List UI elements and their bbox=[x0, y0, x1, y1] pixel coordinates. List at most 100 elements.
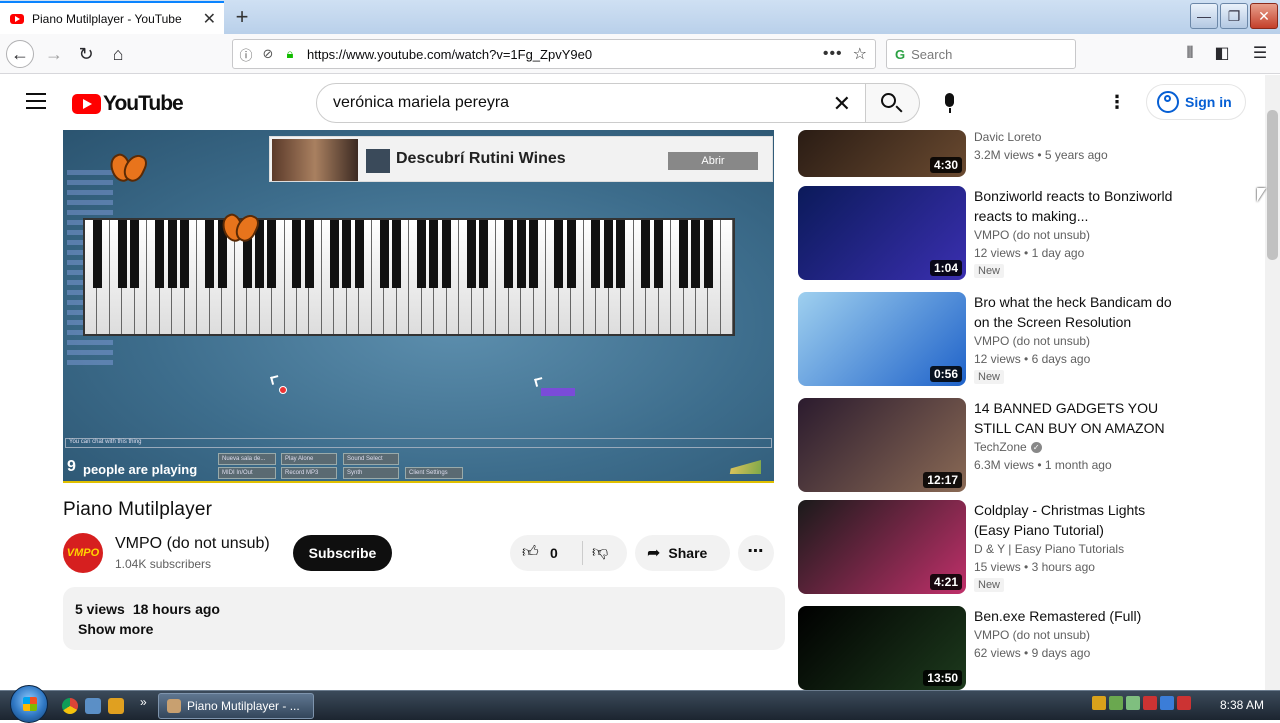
verified-check-icon: ✓ bbox=[1030, 442, 1042, 454]
quick-launch-more-icon[interactable]: » bbox=[140, 695, 147, 709]
video-thumbnail[interactable]: 12:17 bbox=[798, 398, 966, 492]
video-age: 3 hours ago bbox=[1031, 560, 1095, 574]
media-player-icon[interactable] bbox=[108, 698, 124, 714]
menu-icon[interactable]: ☰ bbox=[1246, 40, 1274, 68]
video-views: 15 views bbox=[974, 560, 1021, 574]
video-title-link[interactable]: Bro what the heck Bandicam do on the Scr… bbox=[974, 292, 1184, 332]
video-duration: 13:50 bbox=[923, 670, 962, 686]
system-tray bbox=[1092, 696, 1222, 716]
taskbar-window-button[interactable]: Piano Mutilplayer - ... bbox=[158, 693, 314, 719]
windows-taskbar: » Piano Mutilplayer - ... 8:38 AM bbox=[0, 685, 1280, 723]
video-channel[interactable]: Davic Loreto bbox=[974, 130, 1041, 144]
video-title-link[interactable]: 14 BANNED GADGETS YOU STILL CAN BUY ON A… bbox=[974, 398, 1184, 438]
library-icon[interactable]: ⫴ bbox=[1176, 40, 1204, 68]
video-channel-name[interactable]: VMPO (do not unsub) bbox=[974, 628, 1090, 642]
video-channel-name[interactable]: VMPO (do not unsub) bbox=[974, 228, 1090, 242]
shield-icon[interactable] bbox=[1092, 696, 1106, 710]
video-title-link[interactable]: Ben.exe Remastered (Full) bbox=[974, 606, 1184, 626]
sign-in-button[interactable]: Sign in bbox=[1146, 84, 1246, 120]
video-meta: 15 views • 3 hours ago bbox=[974, 560, 1095, 574]
search-query[interactable]: verónica mariela pereyra bbox=[333, 94, 509, 112]
video-channel[interactable]: VMPO (do not unsub) bbox=[974, 628, 1090, 642]
mouse-cursor-icon bbox=[1257, 188, 1266, 202]
search-button[interactable] bbox=[866, 83, 920, 123]
video-channel-name[interactable]: VMPO (do not unsub) bbox=[974, 334, 1090, 348]
scrollbar-thumb[interactable] bbox=[1267, 110, 1278, 260]
video-channel-name[interactable]: TechZone bbox=[974, 440, 1027, 454]
browser-tab-active[interactable]: Piano Mutilplayer - YouTube ✕ bbox=[0, 1, 224, 34]
search-input[interactable]: verónica mariela pereyra ✕ bbox=[316, 83, 866, 123]
firefox-window-icon bbox=[167, 699, 181, 713]
video-channel[interactable]: VMPO (do not unsub) bbox=[974, 228, 1090, 242]
video-meta: 12 views • 6 days ago bbox=[974, 352, 1091, 366]
chrome-icon[interactable] bbox=[62, 698, 78, 714]
reload-button[interactable]: ↻ bbox=[72, 40, 100, 68]
permissions-icon[interactable]: ⊘ bbox=[259, 46, 277, 62]
window-close-button[interactable]: ✕ bbox=[1250, 3, 1278, 29]
video-title-link[interactable]: Bonziworld reacts to Bonziworld reacts t… bbox=[974, 186, 1184, 226]
window-minimize-button[interactable]: — bbox=[1190, 3, 1218, 29]
page-scrollbar[interactable] bbox=[1265, 75, 1280, 690]
bookmark-star-icon[interactable]: ☆ bbox=[853, 44, 867, 64]
window-maximize-button[interactable]: ❐ bbox=[1220, 3, 1248, 29]
video-title-link[interactable]: Coldplay - Christmas Lights (Easy Piano … bbox=[974, 500, 1184, 540]
voice-search-button[interactable] bbox=[930, 83, 970, 123]
taskbar-window-label: Piano Mutilplayer - ... bbox=[187, 699, 300, 713]
tray-app-icon[interactable] bbox=[1126, 696, 1140, 710]
youtube-logo-text: YouTube bbox=[103, 92, 184, 115]
video-age: 9 days ago bbox=[1031, 646, 1091, 660]
new-tab-button[interactable]: + bbox=[230, 4, 254, 30]
youtube-logo[interactable]: YouTube bbox=[72, 92, 184, 116]
video-channel[interactable]: VMPO (do not unsub) bbox=[974, 334, 1090, 348]
show-desktop-icon[interactable] bbox=[85, 698, 101, 714]
forward-button[interactable]: → bbox=[40, 40, 68, 68]
clear-search-icon[interactable]: ✕ bbox=[833, 91, 851, 117]
start-button[interactable] bbox=[10, 685, 48, 723]
info-icon[interactable]: ⓘ bbox=[237, 45, 255, 64]
page-actions-icon[interactable]: ••• bbox=[823, 45, 843, 63]
microphone-icon bbox=[945, 93, 954, 107]
new-badge: New bbox=[974, 264, 1005, 278]
browser-tab-strip: Piano Mutilplayer - YouTube ✕ + — ❐ ✕ bbox=[0, 0, 1280, 34]
video-thumbnail[interactable]: 13:50 bbox=[798, 606, 966, 690]
browser-search-box[interactable]: G Search bbox=[886, 39, 1076, 69]
sidebar-icon[interactable]: ◧ bbox=[1208, 40, 1236, 68]
video-duration: 1:04 bbox=[929, 260, 962, 276]
lock-icon[interactable]: 🔒︎ bbox=[281, 46, 299, 62]
display-icon[interactable] bbox=[1160, 696, 1174, 710]
video-duration: 0:56 bbox=[929, 366, 962, 382]
tray-app-icon[interactable] bbox=[1143, 696, 1157, 710]
video-channel[interactable]: D & Y | Easy Piano Tutorials bbox=[974, 542, 1124, 556]
volume-muted-icon[interactable] bbox=[1177, 696, 1191, 710]
video-thumbnail[interactable]: 4:21 bbox=[798, 500, 966, 594]
home-button[interactable]: ⌂ bbox=[104, 40, 132, 68]
video-meta: 6.3M views • 1 month ago bbox=[974, 458, 1112, 472]
video-age: 5 years ago bbox=[1044, 148, 1108, 162]
video-duration: 4:21 bbox=[929, 574, 962, 590]
video-channel-name[interactable]: D & Y | Easy Piano Tutorials bbox=[974, 542, 1124, 556]
network-icon[interactable] bbox=[1109, 696, 1123, 710]
video-channel-name[interactable]: Davic Loreto bbox=[974, 130, 1041, 144]
guide-menu-icon[interactable] bbox=[26, 93, 46, 109]
back-button[interactable]: ← bbox=[6, 40, 34, 68]
tab-close-icon[interactable]: ✕ bbox=[203, 9, 216, 29]
search-engine-icon: G bbox=[895, 46, 906, 62]
video-age: 1 day ago bbox=[1031, 246, 1085, 260]
video-meta: 12 views • 1 day ago bbox=[974, 246, 1085, 260]
youtube-header: YouTube verónica mariela pereyra ✕ ⋮ Sig… bbox=[0, 75, 1265, 130]
account-circle-icon bbox=[1157, 91, 1179, 113]
video-age: 6 days ago bbox=[1031, 352, 1091, 366]
video-duration: 12:17 bbox=[923, 472, 962, 488]
settings-more-icon[interactable]: ⋮ bbox=[1108, 91, 1126, 115]
video-age: 1 month ago bbox=[1044, 458, 1112, 472]
video-thumbnail[interactable]: 1:04 bbox=[798, 186, 966, 280]
address-bar[interactable]: ⓘ ⊘ 🔒︎ https://www.youtube.com/watch?v=1… bbox=[232, 39, 876, 69]
video-thumbnail[interactable]: 0:56 bbox=[798, 292, 966, 386]
video-thumbnail[interactable]: 4:30 bbox=[798, 130, 966, 177]
url-text[interactable]: https://www.youtube.com/watch?v=1Fg_ZpvY… bbox=[307, 47, 823, 62]
video-views: 6.3M views bbox=[974, 458, 1035, 472]
new-badge: New bbox=[974, 578, 1005, 592]
search-icon bbox=[881, 93, 896, 108]
video-channel[interactable]: TechZone ✓ bbox=[974, 440, 1042, 454]
video-views: 12 views bbox=[974, 352, 1021, 366]
